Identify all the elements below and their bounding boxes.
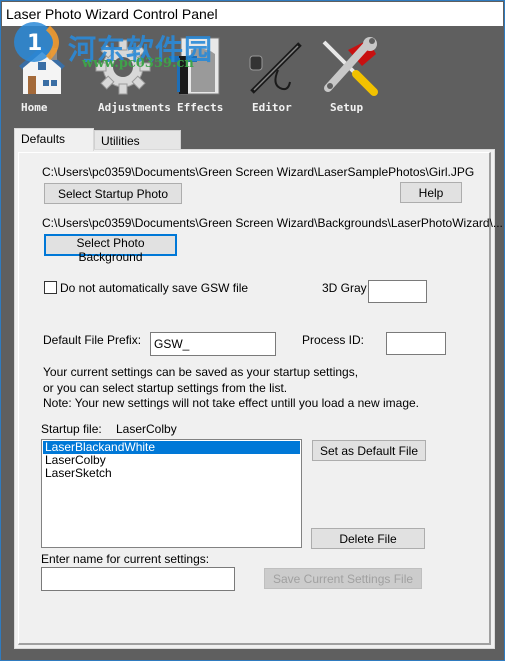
toolbar-adjustments-button[interactable]: Adjustments [90,36,171,121]
select-startup-photo-button[interactable]: Select Startup Photo [44,183,182,204]
toolbar-setup-label: Setup [330,101,364,114]
toolbar-adjustments-label: Adjustments [98,101,171,114]
info-text-line1: Your current settings can be saved as yo… [43,365,359,379]
file-prefix-label: Default File Prefix: [43,333,142,347]
tab-strip: Defaults Utilities [14,128,494,151]
tab-utilities[interactable]: Utilities [94,130,181,150]
select-photo-background-button[interactable]: Select Photo Background [44,234,177,264]
toolbar-home-button[interactable]: Home [7,36,87,121]
toolbar-setup-button[interactable]: Setup [316,36,396,121]
airbrush-icon [249,42,302,94]
no-autosave-label[interactable]: Do not automatically save GSW file [60,281,248,295]
process-id-input[interactable] [386,332,446,355]
list-item[interactable]: LaserSketch [43,467,300,480]
background-path: C:\Users\pc0359\Documents\Green Screen W… [42,216,503,230]
gear-icon [95,39,151,95]
tab-defaults[interactable]: Defaults [14,128,94,151]
help-button[interactable]: Help [400,182,462,203]
house-icon [19,46,65,94]
file-prefix-input[interactable] [150,332,276,356]
info-text-line3: Note: Your new settings will not take ef… [43,396,420,410]
toolbar-editor-label: Editor [252,101,292,114]
gray3d-label: 3D Gray [322,281,367,295]
set-default-file-button[interactable]: Set as Default File [312,440,426,461]
info-text-line2: or you can select startup settings from … [43,381,288,395]
delete-file-button[interactable]: Delete File [311,528,425,549]
window-title: Laser Photo Wizard Control Panel [6,6,218,22]
startup-file-label: Startup file: [41,422,102,436]
settings-name-label: Enter name for current settings: [41,552,210,566]
toolbar-effects-label: Effects [177,101,224,114]
main-toolbar: Home Adjustments Effects Editor Setup 1 … [2,22,503,124]
toolbar-editor-button[interactable]: Editor [240,36,320,121]
effects-book-icon [169,37,220,95]
defaults-panel: C:\Users\pc0359\Documents\Green Screen W… [14,149,503,649]
wrench-screwdriver-icon [322,37,378,96]
startup-file-value: LaserColby [116,422,177,436]
save-current-settings-button[interactable]: Save Current Settings File [264,568,422,589]
title-bar: Laser Photo Wizard Control Panel [2,2,503,26]
app-window: Laser Photo Wizard Control Panel Home Ad… [0,0,505,661]
toolbar-home-label: Home [21,101,48,114]
settings-name-input[interactable] [41,567,235,591]
settings-file-list[interactable]: LaserBlackandWhite LaserColby LaserSketc… [41,439,302,548]
process-id-label: Process ID: [302,333,365,347]
gray3d-input[interactable] [368,280,427,303]
startup-photo-path: C:\Users\pc0359\Documents\Green Screen W… [42,165,475,179]
toolbar-effects-button[interactable]: Effects [167,36,247,121]
no-autosave-checkbox[interactable] [44,281,57,294]
